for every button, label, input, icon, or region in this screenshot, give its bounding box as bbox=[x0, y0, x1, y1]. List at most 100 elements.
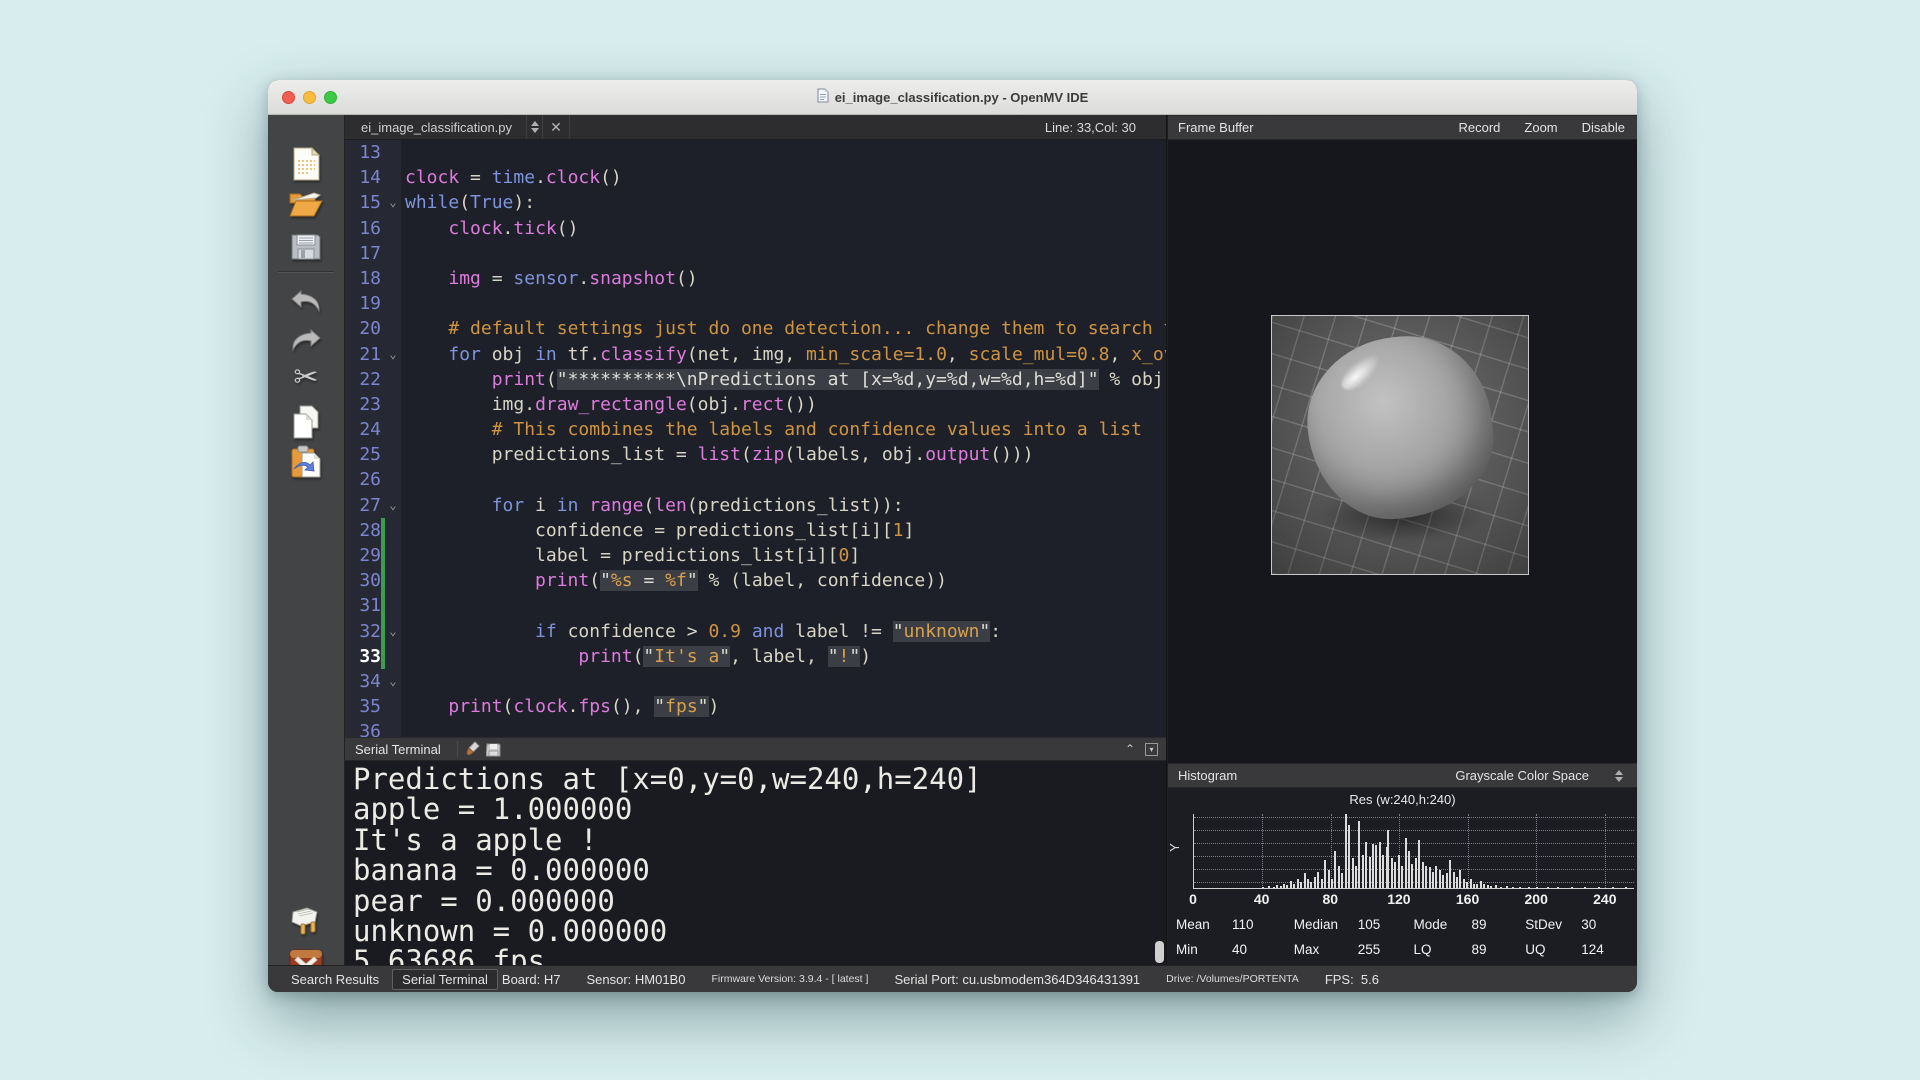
stepper-down-icon bbox=[530, 128, 539, 133]
histogram-bar bbox=[1262, 886, 1265, 888]
histogram-bar bbox=[1556, 886, 1559, 888]
code-line[interactable]: 13 bbox=[345, 140, 1166, 166]
fold-arrow-icon[interactable]: ⌄ bbox=[385, 190, 401, 216]
histogram-bar bbox=[1358, 821, 1361, 888]
histogram-bar bbox=[1421, 862, 1424, 888]
histogram-bar bbox=[1272, 886, 1275, 888]
histogram-bar bbox=[1473, 883, 1476, 888]
stepper-up-icon bbox=[530, 121, 539, 126]
new-file-button[interactable] bbox=[287, 145, 325, 183]
serial-terminal-title: Serial Terminal bbox=[355, 741, 441, 757]
code-line[interactable]: 22 print("**********\nPredictions at [x=… bbox=[345, 366, 1166, 392]
redo-button[interactable] bbox=[287, 322, 325, 360]
connect-button[interactable] bbox=[287, 903, 325, 941]
histogram-stats: Mean 110 Median 105 Mode 89 StDev 30 Min 40 Max 255… bbox=[1176, 912, 1635, 962]
fold-arrow-icon[interactable]: ⌄ bbox=[385, 341, 401, 367]
histogram-bar bbox=[1431, 871, 1434, 888]
stepper-up-icon bbox=[1615, 769, 1623, 775]
code-line[interactable]: 17 bbox=[345, 240, 1166, 266]
zoom-button[interactable]: Zoom bbox=[1524, 120, 1557, 135]
save-log-button[interactable] bbox=[484, 740, 504, 758]
clear-terminal-button[interactable] bbox=[464, 740, 484, 758]
colorspace-stepper[interactable] bbox=[1611, 769, 1627, 782]
panel-menu-button[interactable]: ▾ bbox=[1145, 742, 1158, 756]
code-line[interactable]: 24 # This combines the labels and confid… bbox=[345, 417, 1166, 443]
code-line[interactable]: 15 ⌄ while(True): bbox=[345, 190, 1166, 216]
histogram-bar bbox=[1483, 884, 1486, 888]
code-line[interactable]: 31 bbox=[345, 593, 1166, 619]
x-tick-label: 160 bbox=[1455, 891, 1480, 907]
status-search-results[interactable]: Search Results bbox=[282, 970, 388, 989]
histogram-title: Histogram bbox=[1178, 768, 1238, 783]
histogram-bar bbox=[1279, 885, 1282, 888]
window-title: ei_image_classification.py - OpenMV IDE bbox=[834, 89, 1089, 105]
tab-ei-image-classification[interactable]: ei_image_classification.py bbox=[345, 115, 526, 139]
copy-button[interactable] bbox=[287, 403, 325, 441]
histogram-bar bbox=[1459, 869, 1462, 888]
histogram-bar bbox=[1536, 886, 1539, 888]
status-sensor: Sensor: HM01B0 bbox=[586, 971, 686, 987]
fold-gutter bbox=[385, 265, 401, 292]
histogram-bar bbox=[1324, 859, 1327, 888]
fold-arrow-icon[interactable]: ⌄ bbox=[385, 492, 401, 518]
stat-min: Min 40 bbox=[1176, 942, 1248, 957]
code-line[interactable]: 19 bbox=[345, 291, 1166, 317]
fold-gutter bbox=[385, 543, 401, 569]
editor-column: ei_image_classification.py ✕ Line: 33,Co… bbox=[345, 115, 1167, 965]
code-line[interactable]: 14 clock = time.clock() bbox=[345, 165, 1166, 191]
colorspace-select[interactable]: Grayscale Color Space bbox=[1455, 768, 1589, 783]
histogram-bar bbox=[1337, 865, 1340, 888]
histogram-bar bbox=[1479, 880, 1482, 888]
code-line[interactable]: 26 bbox=[345, 467, 1166, 493]
code-line[interactable]: 20 # default settings just do one detect… bbox=[345, 316, 1166, 342]
collapse-panel-button[interactable]: ⌃ bbox=[1125, 742, 1135, 756]
paste-button[interactable] bbox=[287, 443, 325, 481]
histogram-bar bbox=[1449, 859, 1452, 888]
code-line[interactable]: 23 img.draw_rectangle(obj.rect()) bbox=[345, 391, 1166, 418]
histogram-bar bbox=[1408, 851, 1410, 888]
x-tick-label: 240 bbox=[1593, 891, 1617, 907]
scrollbar-thumb[interactable] bbox=[1155, 941, 1164, 963]
terminal-scrollbar[interactable] bbox=[1154, 761, 1165, 965]
histogram-bar bbox=[1435, 865, 1438, 888]
stat-max: Max 255 bbox=[1293, 942, 1381, 957]
tab-close-button[interactable]: ✕ bbox=[542, 115, 571, 139]
code-line[interactable]: 25 predictions_list = list(zip(labels, o… bbox=[345, 442, 1166, 468]
cut-button[interactable]: ✂ bbox=[287, 358, 325, 396]
histogram-bar bbox=[1378, 842, 1381, 888]
x-axis-ticks: 0 40 80 120 160 200 240 bbox=[1189, 891, 1634, 907]
code-line[interactable]: 33 print("It's a", label, "!") bbox=[345, 643, 1166, 669]
code-line[interactable]: 28 confidence = predictions_list[i][1] bbox=[345, 517, 1166, 543]
status-serial-terminal[interactable]: Serial Terminal bbox=[392, 968, 498, 990]
terminal-line: unknown = 0.000000 bbox=[353, 914, 668, 949]
histogram-bar bbox=[1289, 881, 1292, 888]
code-line[interactable]: 35 print(clock.fps(), "fps") bbox=[345, 694, 1166, 720]
histogram-bar bbox=[1286, 885, 1289, 888]
frame-buffer-header: Frame Buffer Record Zoom Disable bbox=[1168, 115, 1637, 140]
open-file-button[interactable] bbox=[287, 185, 325, 223]
code-line[interactable]: 29 label = predictions_list[i][0] bbox=[345, 543, 1166, 569]
code-line[interactable]: 32 ⌄ if confidence > 0.9 and label != "un… bbox=[345, 618, 1166, 644]
resolution-label: Res (w:240,h:240) bbox=[1349, 792, 1456, 807]
record-button[interactable]: Record bbox=[1458, 120, 1500, 135]
code-line[interactable]: 27 ⌄ for i in range(len(predictions_list)… bbox=[345, 492, 1166, 518]
code-line[interactable]: 16 clock.tick() bbox=[345, 215, 1166, 241]
code-line[interactable]: 18 img = sensor.snapshot() bbox=[345, 265, 1166, 292]
code-editor[interactable]: 13 14 clock = time.clock() 15 ⌄ while(True): 1… bbox=[345, 140, 1166, 737]
undo-button[interactable] bbox=[287, 283, 325, 321]
tab-switch-stepper[interactable] bbox=[526, 115, 542, 139]
frame-buffer-view[interactable] bbox=[1168, 140, 1637, 763]
code-line[interactable]: 30 print("%s = %f" % (label, confidence)… bbox=[345, 568, 1166, 594]
disable-button[interactable]: Disable bbox=[1582, 120, 1625, 135]
fold-arrow-icon[interactable]: ⌄ bbox=[385, 618, 401, 644]
histogram-bar bbox=[1310, 882, 1313, 888]
titlebar[interactable]: ei_image_classification.py - OpenMV IDE bbox=[268, 80, 1637, 115]
code-line[interactable]: 36 bbox=[345, 719, 1166, 737]
stat-median: Median 105 bbox=[1293, 917, 1381, 932]
histogram-bar bbox=[1375, 845, 1378, 888]
code-line[interactable]: 21 ⌄ for obj in tf.classify(net, img, min… bbox=[345, 341, 1166, 367]
save-file-button[interactable] bbox=[287, 228, 325, 266]
code-line[interactable]: 34 ⌄ bbox=[345, 668, 1166, 695]
serial-terminal-output[interactable]: Predictions at [x=0,y=0,w=240,h=240] appl… bbox=[345, 761, 1166, 965]
fold-arrow-icon[interactable]: ⌄ bbox=[385, 668, 401, 695]
